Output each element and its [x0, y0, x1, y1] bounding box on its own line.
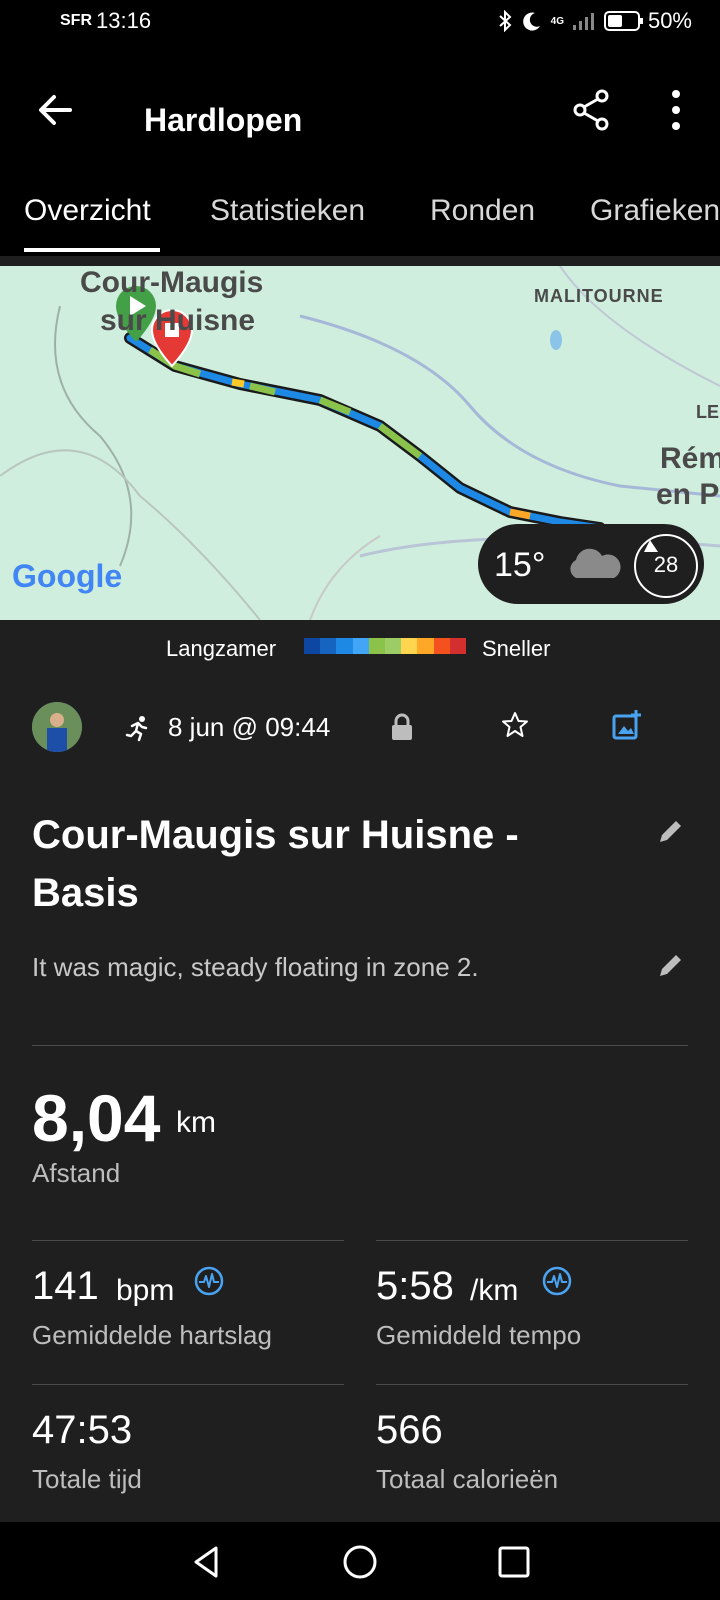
- map-label-le: LE: [696, 402, 720, 422]
- total-time-value: 47:53: [32, 1408, 133, 1452]
- tab-bar: Overzicht Statistieken Ronden Grafieken: [0, 144, 720, 256]
- app-header: Hardlopen: [0, 44, 720, 144]
- wind-dial: 28: [634, 534, 698, 598]
- legend-swatch: [385, 638, 402, 654]
- divider: [32, 1045, 688, 1046]
- carrier-label: SFR: [60, 12, 92, 29]
- legend-swatch: [352, 638, 369, 654]
- legend-swatch: [433, 638, 450, 654]
- legend-swatch: [417, 638, 434, 654]
- battery-icon: [604, 11, 643, 31]
- edit-description-pencil-icon[interactable]: [656, 950, 686, 980]
- avatar-image: [32, 702, 82, 752]
- heart-rate-label: Gemiddelde hartslag: [32, 1320, 272, 1350]
- pace-legend: Langzamer Sneller: [0, 620, 720, 674]
- running-icon: [125, 716, 148, 742]
- legend-swatch: [368, 638, 386, 654]
- map-label-cour-maugis: Cour-Maugis: [80, 266, 264, 299]
- map-label-remalard-2: en P: [656, 478, 720, 511]
- google-logo: Google: [12, 558, 123, 594]
- legend-swatch: [401, 638, 418, 654]
- status-bar: SFR 13:16 4G 50%: [0, 0, 720, 44]
- calories-label: Totaal calorieën: [376, 1464, 559, 1494]
- more-options-button[interactable]: [650, 84, 702, 136]
- distance-value: 8,04: [32, 1081, 161, 1155]
- divider: [32, 1384, 344, 1385]
- status-icons: 4G: [497, 10, 644, 32]
- legend-faster-label: Sneller: [482, 636, 551, 661]
- pace-graph-icon[interactable]: [542, 1266, 572, 1296]
- tab-overzicht[interactable]: Overzicht: [24, 194, 151, 228]
- weather-widget: 15° 28: [478, 524, 704, 604]
- share-button[interactable]: [566, 84, 618, 136]
- legend-swatch: [304, 638, 321, 654]
- map-label-remalard-1: Rém: [660, 442, 720, 475]
- divider: [376, 1384, 688, 1385]
- route-map[interactable]: Cour-Maugis sur Huisne MALITOURNE LE Rém…: [0, 266, 720, 620]
- moon-icon: [522, 12, 540, 31]
- bluetooth-icon: [498, 10, 512, 32]
- activity-meta-row: 8 jun @ 09:44: [0, 680, 720, 790]
- distance-unit: km: [176, 1106, 216, 1139]
- cloud-icon: [570, 548, 621, 578]
- nav-recents-icon[interactable]: [494, 1542, 534, 1582]
- star-icon[interactable]: [500, 710, 530, 740]
- map-label-sur-huisne: sur Huisne: [100, 304, 256, 337]
- tab-grafieken[interactable]: Grafieken: [590, 194, 720, 228]
- activity-title: Cour-Maugis sur Huisne - Basis: [32, 813, 519, 915]
- pace-unit: /km: [470, 1274, 519, 1307]
- legend-swatch: [320, 638, 337, 654]
- legend-color-bar: [304, 638, 467, 654]
- tab-ronden[interactable]: Ronden: [430, 194, 535, 228]
- heart-rate-value: 141: [32, 1264, 99, 1308]
- clock: 13:16: [96, 8, 152, 33]
- nav-back-icon[interactable]: [186, 1542, 226, 1582]
- distance-label: Afstand: [32, 1158, 121, 1188]
- system-nav-bar: [0, 1522, 720, 1600]
- avatar[interactable]: [32, 702, 82, 752]
- wind-speed: 28: [653, 552, 679, 577]
- edit-title-pencil-icon[interactable]: [656, 816, 686, 846]
- total-time-label: Totale tijd: [32, 1464, 142, 1494]
- pace-label: Gemiddeld tempo: [376, 1320, 582, 1350]
- activity-date: 8 jun @ 09:44: [168, 712, 331, 742]
- battery-percent: 50%: [647, 8, 692, 33]
- network-type: 4G: [550, 15, 564, 27]
- pace-value: 5:58: [376, 1264, 454, 1308]
- legend-swatch: [336, 638, 353, 654]
- divider: [32, 1240, 344, 1241]
- add-photo-icon[interactable]: [612, 710, 642, 740]
- heart-rate-graph-icon[interactable]: [194, 1266, 224, 1296]
- nav-home-icon[interactable]: [340, 1542, 380, 1582]
- tab-statistieken[interactable]: Statistieken: [210, 194, 365, 228]
- activity-description: It was magic, steady floating in zone 2.: [32, 952, 479, 982]
- legend-slower-label: Langzamer: [166, 636, 277, 661]
- page-title: Hardlopen: [144, 102, 303, 138]
- active-tab-indicator: [24, 248, 160, 252]
- back-button[interactable]: [30, 84, 82, 136]
- legend-swatch: [449, 638, 467, 654]
- map-label-malitourne: MALITOURNE: [534, 286, 664, 306]
- divider: [376, 1240, 688, 1241]
- more-vertical-icon: [672, 90, 680, 130]
- signal-icon: [573, 13, 594, 30]
- share-icon: [573, 89, 609, 131]
- heart-rate-unit: bpm: [116, 1274, 175, 1307]
- lock-icon[interactable]: [390, 712, 414, 742]
- temperature: 15°: [494, 546, 546, 584]
- arrow-left-icon: [39, 95, 72, 125]
- calories-value: 566: [376, 1408, 443, 1452]
